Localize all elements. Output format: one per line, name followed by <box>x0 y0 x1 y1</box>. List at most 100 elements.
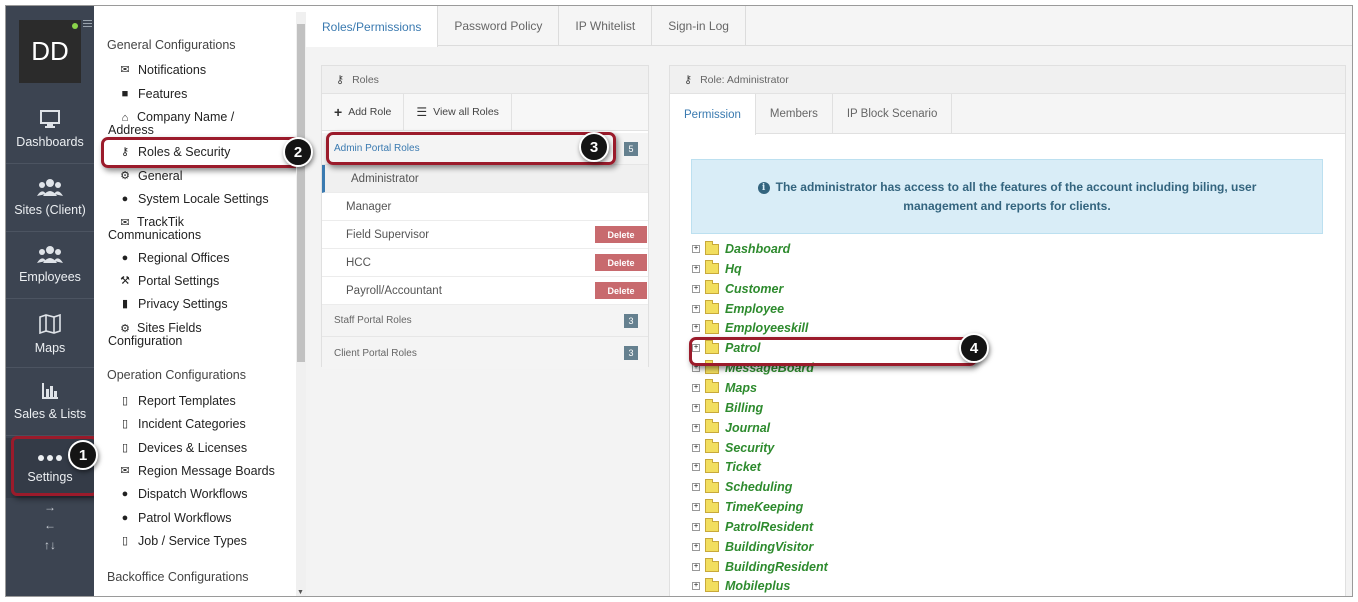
expand-plus-icon[interactable]: + <box>692 503 700 512</box>
role-group-count: 5 <box>624 142 638 156</box>
cfg-notifications[interactable]: ✉ Notifications <box>118 64 206 77</box>
cfg-general[interactable]: ⚙ General <box>118 169 183 183</box>
expand-plus-icon[interactable]: + <box>692 304 700 313</box>
nav-sales-lists[interactable]: Sales & Lists <box>6 370 94 436</box>
lock-icon: ▮ <box>121 298 129 310</box>
delete-button[interactable]: Delete <box>595 254 647 271</box>
role-group-staff-portal[interactable]: Staff Portal Roles 3 <box>322 305 648 337</box>
tree-node[interactable]: + Ticket <box>692 458 761 475</box>
add-role-label: Add Role <box>348 106 392 118</box>
tab-roles-permissions[interactable]: Roles/Permissions <box>306 6 439 47</box>
cfg-region-message-boards[interactable]: ✉ Region Message Boards <box>118 465 275 478</box>
scrollbar-thumb[interactable] <box>297 24 305 362</box>
tree-node[interactable]: + Security <box>692 439 774 456</box>
role-row-administrator[interactable]: Administrator <box>322 165 648 193</box>
role-row-manager[interactable]: Manager <box>322 193 648 221</box>
nav-employees[interactable]: Employees <box>6 233 94 299</box>
tab-sign-in-log[interactable]: Sign-in Log <box>652 6 746 46</box>
arrow-left-icon[interactable]: ← <box>6 518 94 532</box>
tree-node[interactable]: + BuildingResident <box>692 558 828 575</box>
cfg-company-name-address[interactable]: ⌂ Company Name / Address <box>108 111 258 137</box>
tree-node[interactable]: + Employeeskill <box>692 319 808 336</box>
file-icon: ▯ <box>121 535 129 547</box>
expand-plus-icon[interactable]: + <box>692 522 700 531</box>
cfg-portal-settings[interactable]: ⚒ Portal Settings <box>118 275 219 288</box>
tree-node[interactable]: + Journal <box>692 419 770 436</box>
tab-members[interactable]: Members <box>756 94 833 134</box>
delete-button[interactable]: Delete <box>595 226 647 243</box>
role-row-field-supervisor[interactable]: Field Supervisor Delete <box>322 221 648 249</box>
expand-plus-icon[interactable]: + <box>692 443 700 452</box>
sites-icon <box>37 179 63 196</box>
role-group-client-portal[interactable]: Client Portal Roles 3 <box>322 337 648 369</box>
cfg-privacy-settings[interactable]: ▮ Privacy Settings <box>118 298 228 311</box>
tree-node[interactable]: + Maps <box>692 379 757 396</box>
envelope-icon: ✉ <box>120 465 130 477</box>
tree-node[interactable]: + Employee <box>692 300 784 317</box>
folder-icon <box>705 538 719 553</box>
delete-button[interactable]: Delete <box>595 282 647 299</box>
cfg-label: Job / Service Types <box>138 534 247 548</box>
expand-plus-icon[interactable]: + <box>692 423 700 432</box>
cfg-sites-fields-configuration[interactable]: ⚙ Sites Fields Configuration <box>108 322 228 348</box>
tree-node[interactable]: + BuildingVisitor <box>692 538 813 555</box>
cfg-label: Devices & Licenses <box>138 441 248 455</box>
role-detail-tabs: Permission Members IP Block Scenario <box>670 94 1345 135</box>
cfg-devices-licenses[interactable]: ▯ Devices & Licenses <box>118 441 248 455</box>
cfg-tracktik-communications[interactable]: ✉ TrackTik Communications <box>108 216 248 242</box>
sort-arrows-icon[interactable]: ↑↓ <box>6 538 94 552</box>
expand-plus-icon[interactable]: + <box>692 483 700 492</box>
cfg-incident-categories[interactable]: ▯ Incident Categories <box>118 418 246 431</box>
tree-node[interactable]: + Billing <box>692 399 763 416</box>
tree-node[interactable]: + TimeKeeping <box>692 498 803 515</box>
arrow-right-icon[interactable]: → <box>6 500 94 514</box>
tab-ip-whitelist[interactable]: IP Whitelist <box>559 6 653 46</box>
expand-plus-icon[interactable]: + <box>692 403 700 412</box>
mobile-icon: ▯ <box>121 442 129 454</box>
role-row-payroll-accountant[interactable]: Payroll/Accountant Delete <box>322 277 648 305</box>
tree-node[interactable]: + PatrolResident <box>692 518 813 535</box>
cfg-dispatch-workflows[interactable]: ● Dispatch Workflows <box>118 488 248 501</box>
cfg-features[interactable]: ■ Features <box>118 88 188 101</box>
main-area: Roles/Permissions Password Policy IP Whi… <box>306 6 1352 596</box>
tree-node[interactable]: + Hq <box>692 260 742 277</box>
expand-plus-icon[interactable]: + <box>692 245 700 253</box>
employees-icon <box>37 246 63 263</box>
avatar[interactable]: DD <box>19 20 81 83</box>
role-row-hcc[interactable]: HCC Delete <box>322 249 648 277</box>
menu-toggle-icon[interactable] <box>83 20 92 29</box>
app-window: DD Dashboards Sites (Client) Employees M… <box>5 5 1353 597</box>
view-all-roles-button[interactable]: ☰ View all Roles <box>404 93 512 131</box>
expand-plus-icon[interactable]: + <box>692 284 700 293</box>
expand-plus-icon[interactable]: + <box>692 264 700 273</box>
add-role-button[interactable]: + Add Role <box>322 93 405 131</box>
expand-plus-icon[interactable]: + <box>692 542 700 551</box>
tree-node[interactable]: + Scheduling <box>692 478 792 495</box>
nav-maps[interactable]: Maps <box>6 302 94 368</box>
expand-plus-icon[interactable]: + <box>692 324 700 333</box>
expand-plus-icon[interactable]: + <box>692 383 700 392</box>
tree-node[interactable]: + Dashboard <box>692 240 790 257</box>
file-icon: ▯ <box>121 395 129 407</box>
expand-plus-icon[interactable]: + <box>692 463 700 472</box>
cfg-patrol-workflows[interactable]: ● Patrol Workflows <box>118 512 232 525</box>
expand-plus-icon[interactable]: + <box>692 582 700 591</box>
nav-sites-client[interactable]: Sites (Client) <box>6 166 94 232</box>
expand-plus-icon[interactable]: + <box>692 562 700 571</box>
cfg-system-locale-settings[interactable]: ● System Locale Settings <box>118 193 269 206</box>
cfg-job-service-types[interactable]: ▯ Job / Service Types <box>118 534 247 548</box>
tab-permission[interactable]: Permission <box>670 94 756 135</box>
nav-dashboards[interactable]: Dashboards <box>6 98 94 164</box>
scroll-down-icon[interactable]: ▼ <box>297 589 304 596</box>
tab-password-policy[interactable]: Password Policy <box>438 6 560 46</box>
file-icon: ▯ <box>121 418 129 430</box>
tree-node[interactable]: + Mobileplus <box>692 577 790 594</box>
cfg-report-templates[interactable]: ▯ Report Templates <box>118 395 236 408</box>
callout-badge-4: 4 <box>959 333 989 363</box>
list-icon: ☰ <box>416 105 428 119</box>
cfg-label: General <box>138 169 183 183</box>
cfg-regional-offices[interactable]: ● Regional Offices <box>118 252 230 265</box>
config-scrollbar[interactable]: ▼ <box>296 12 306 596</box>
tree-node[interactable]: + Customer <box>692 280 783 297</box>
tab-ip-block-scenario[interactable]: IP Block Scenario <box>833 94 953 134</box>
